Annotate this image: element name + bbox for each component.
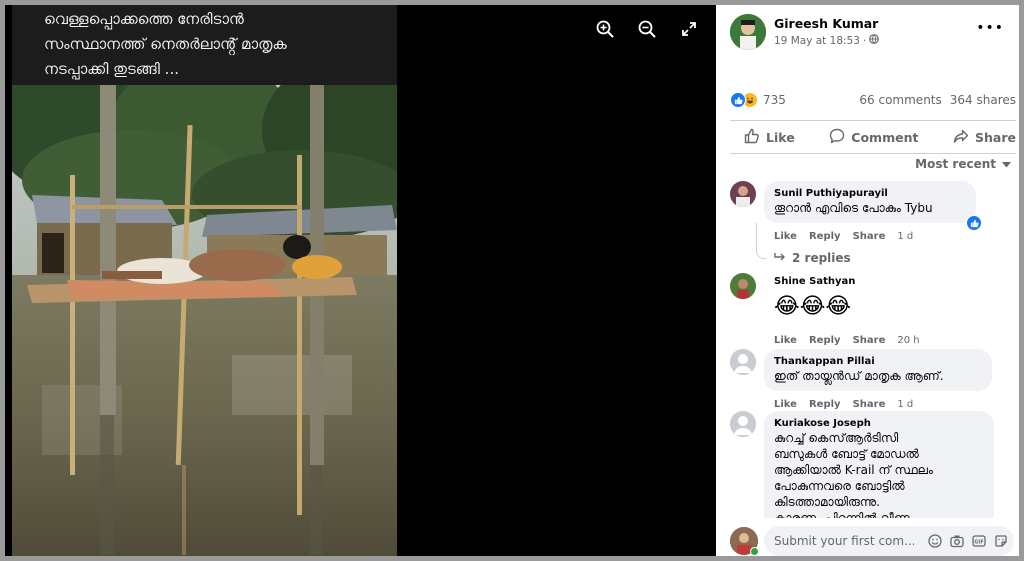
viewer-toolbar <box>595 19 699 39</box>
author-avatar[interactable] <box>730 14 766 50</box>
shares-count-link[interactable]: 364 shares <box>950 93 1016 107</box>
share-arrow-icon <box>953 128 969 147</box>
comment-bubble: Kuriakose Joseph കുറച്ച് കെസ്ആർടിസി ബസുക… <box>764 411 994 531</box>
post-actions-bar: Like Comment Share <box>730 120 1016 154</box>
comment-reply-link[interactable]: Reply <box>809 335 841 346</box>
comment-share-link[interactable]: Share <box>853 231 886 242</box>
caption-line: സംസ്ഥാനത്ത് നെതർലാൻ്റ് മാതൃക <box>44 35 287 53</box>
gif-icon[interactable]: GIF <box>971 534 986 549</box>
comment-text: ഇത് തായ്ലൻഡ് മാതൃക ആണ്. <box>774 369 944 383</box>
like-label: Like <box>766 129 795 145</box>
commenter-avatar[interactable] <box>730 181 756 207</box>
comment-time[interactable]: 1 d <box>897 399 913 410</box>
comment-like-link[interactable]: Like <box>774 335 797 346</box>
more-options-icon[interactable]: ••• <box>976 20 1004 36</box>
comment-actions: Like Reply Share 20 h <box>774 335 920 346</box>
thumbs-up-icon <box>744 128 760 147</box>
camera-icon[interactable] <box>949 534 964 549</box>
commenter-name[interactable]: Thankappan Pillai <box>774 355 982 368</box>
comment-emoji-text: 😂😂😂 <box>774 294 852 319</box>
window-frame: വെള്ളപ്പൊക്കത്തെ നേരിടാൻ സംസ്ഥാനത്ത് നെത… <box>5 5 1019 556</box>
like-button[interactable]: Like <box>744 128 795 147</box>
reaction-count: 735 <box>763 93 786 107</box>
comment-sort-dropdown[interactable]: Most recent <box>915 157 1011 171</box>
comment-time[interactable]: 20 h <box>897 335 919 346</box>
flood-scene-image <box>12 85 397 556</box>
comment-text-line: പോകുന്നവരെ ബോട്ടിൽ <box>774 479 905 493</box>
comment-bubble: Thankappan Pillai ഇത് തായ്ലൻഡ് മാതൃക ആണ്… <box>764 349 992 391</box>
reactions-summary[interactable]: 735 <box>730 92 786 108</box>
comment-bubble: Sunil Puthiyapurayil തൂറാൻ എവിടെ പോകും T… <box>764 181 976 223</box>
author-name[interactable]: Gireesh Kumar <box>774 16 878 31</box>
comment-share-link[interactable]: Share <box>853 399 886 410</box>
comment-composer: GIF <box>716 518 1019 556</box>
comment-button[interactable]: Comment <box>829 128 918 147</box>
comment-actions: Like Reply Share 1 d <box>774 399 913 410</box>
zoom-in-icon[interactable] <box>595 19 615 39</box>
zoom-out-icon[interactable] <box>637 19 657 39</box>
photo-caption: വെള്ളപ്പൊക്കത്തെ നേരിടാൻ സംസ്ഥാനത്ത് നെത… <box>12 5 397 85</box>
commenter-name[interactable]: Sunil Puthiyapurayil <box>774 187 966 200</box>
caret-down-icon <box>1002 157 1011 171</box>
caption-line: വെള്ളപ്പൊക്കത്തെ നേരിടാൻ <box>44 10 244 28</box>
post-stats: 735 66 comments 364 shares <box>730 91 1016 109</box>
comment-text-line: ബസുകൾ ബോട്ട് മോഡൽ <box>774 447 919 461</box>
online-status-dot <box>750 547 759 556</box>
comment-time[interactable]: 1 d <box>897 231 913 242</box>
emoji-icon[interactable] <box>927 534 942 549</box>
post-photo[interactable]: വെള്ളപ്പൊക്കത്തെ നേരിടാൻ സംസ്ഥാനത്ത് നെത… <box>12 5 397 556</box>
photo-viewer: വെള്ളപ്പൊക്കത്തെ നേരിടാൻ സംസ്ഥാനത്ത് നെത… <box>5 5 716 556</box>
comment-reply-link[interactable]: Reply <box>809 231 841 242</box>
comment-text-line: കുറച്ച് കെസ്ആർടിസി <box>774 431 899 445</box>
comment-input[interactable] <box>774 534 914 548</box>
comment-like-link[interactable]: Like <box>774 399 797 410</box>
post-panel: Gireesh Kumar 19 May at 18:53 · ••• 735 <box>716 5 1019 556</box>
comments-count-link[interactable]: 66 comments <box>859 93 941 107</box>
sticker-icon[interactable] <box>993 534 1008 549</box>
reply-thread-line <box>756 223 766 259</box>
fullscreen-icon[interactable] <box>679 19 699 39</box>
caption-line: നടപ്പാക്കി തുടങ്ങി ... <box>44 60 179 78</box>
commenter-name[interactable]: Shine Sathyan <box>774 275 855 288</box>
share-label: Share <box>975 129 1016 145</box>
comment-text: തൂറാൻ എവിടെ പോകും Tybu <box>774 201 933 215</box>
comment-reply-link[interactable]: Reply <box>809 399 841 410</box>
post-header: Gireesh Kumar 19 May at 18:53 · ••• <box>730 14 1010 54</box>
share-button[interactable]: Share <box>953 128 1016 147</box>
post-timestamp[interactable]: 19 May at 18:53 <box>774 35 860 47</box>
commenter-name[interactable]: Kuriakose Joseph <box>774 417 984 430</box>
svg-text:GIF: GIF <box>974 539 983 545</box>
comment-input-wrapper: GIF <box>764 526 1014 556</box>
commenter-avatar[interactable] <box>730 273 756 299</box>
comment-text-line: കിടത്താമായിരുന്നു. <box>774 495 880 509</box>
reply-arrow-icon <box>774 251 786 265</box>
replies-count: 2 replies <box>792 251 851 265</box>
default-avatar-icon[interactable] <box>730 349 756 375</box>
default-avatar-icon[interactable] <box>730 411 756 437</box>
meta-separator: · <box>862 34 867 47</box>
comment-like-link[interactable]: Like <box>774 231 797 242</box>
comment-label: Comment <box>851 129 919 145</box>
view-replies-link[interactable]: 2 replies <box>774 251 851 265</box>
comment-share-link[interactable]: Share <box>853 335 886 346</box>
comment-content: Shine Sathyan 😂😂😂 <box>774 275 855 322</box>
like-reaction-icon <box>730 92 746 108</box>
comment-text-line: ആക്കിയാൽ K-rail ന് സ്ഥലം <box>774 463 933 477</box>
post-meta: 19 May at 18:53 · <box>774 34 880 47</box>
like-reaction-icon[interactable] <box>966 215 982 231</box>
comment-actions: Like Reply Share 1 d <box>774 231 913 242</box>
speech-bubble-icon <box>829 128 845 147</box>
sort-label: Most recent <box>915 157 996 171</box>
globe-icon <box>869 34 880 47</box>
